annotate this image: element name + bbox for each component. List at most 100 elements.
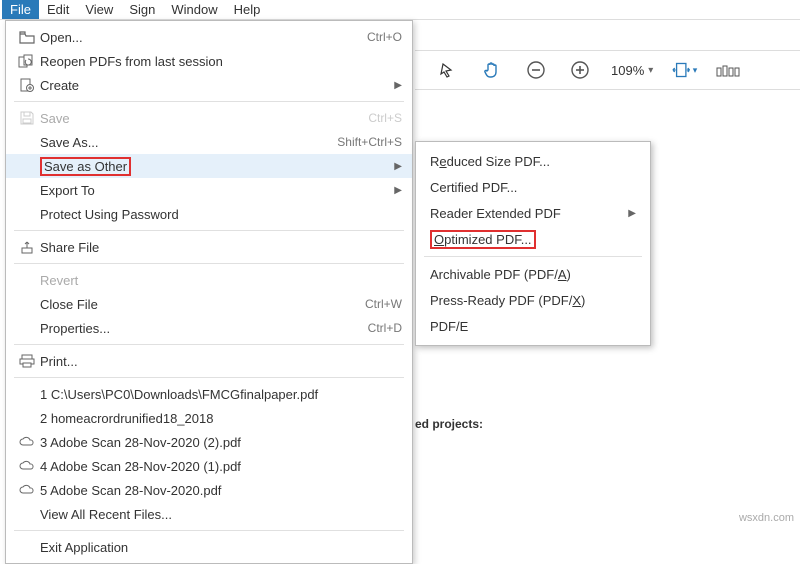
cloud-icon	[14, 484, 40, 496]
zoom-out-icon[interactable]	[523, 57, 549, 83]
menu-open[interactable]: Open... Ctrl+O	[6, 25, 412, 49]
menu-label: Close File	[40, 297, 365, 312]
menu-save-as[interactable]: Save As... Shift+Ctrl+S	[6, 130, 412, 154]
menu-shortcut: Ctrl+O	[367, 30, 402, 44]
chevron-down-icon: ▾	[648, 65, 653, 76]
folder-open-icon	[14, 30, 40, 44]
menu-protect[interactable]: Protect Using Password	[6, 202, 412, 226]
zoom-in-icon[interactable]	[567, 57, 593, 83]
submenu-pdfe[interactable]: PDF/E	[416, 313, 650, 339]
toolbar: 109% ▾ ▾	[415, 50, 800, 90]
cloud-icon	[14, 460, 40, 472]
menu-create[interactable]: Create ▶	[6, 73, 412, 97]
fit-width-icon[interactable]: ▾	[671, 57, 697, 83]
submenu-label: Archivable PDF (PDF/A)	[430, 267, 571, 282]
menu-label: Create	[40, 78, 386, 93]
save-as-other-submenu: Reduced Size PDF... Certified PDF... Rea…	[415, 141, 651, 346]
menu-save-as-other[interactable]: Save as Other ▶	[6, 154, 412, 178]
menubar-edit[interactable]: Edit	[39, 0, 77, 19]
menu-exit[interactable]: Exit Application	[6, 535, 412, 559]
menu-recent-1[interactable]: 1 C:\Users\PC0\Downloads\FMCGfinalpaper.…	[6, 382, 412, 406]
submenu-label: Certified PDF...	[430, 180, 517, 195]
create-icon	[14, 78, 40, 92]
menubar: File Edit View Sign Window Help	[0, 0, 800, 20]
menu-shortcut: Ctrl+D	[368, 321, 402, 335]
menu-label: Export To	[40, 183, 386, 198]
menu-shortcut: Ctrl+W	[365, 297, 402, 311]
menu-label: 5 Adobe Scan 28-Nov-2020.pdf	[40, 483, 402, 498]
submenu-label: Reader Extended PDF	[430, 206, 628, 221]
chevron-right-icon: ▶	[394, 161, 402, 172]
chevron-right-icon: ▶	[628, 208, 636, 219]
arrow-icon[interactable]	[435, 57, 461, 83]
menu-properties[interactable]: Properties... Ctrl+D	[6, 316, 412, 340]
menu-save: Save Ctrl+S	[6, 106, 412, 130]
menubar-sign[interactable]: Sign	[121, 0, 163, 19]
submenu-label: Reduced Size PDF...	[430, 154, 550, 169]
separator	[14, 101, 404, 102]
submenu-archivable[interactable]: Archivable PDF (PDF/A)	[416, 261, 650, 287]
separator	[14, 377, 404, 378]
separator	[14, 230, 404, 231]
separator	[14, 263, 404, 264]
menu-label: Share File	[40, 240, 402, 255]
menu-label: 4 Adobe Scan 28-Nov-2020 (1).pdf	[40, 459, 402, 474]
menu-shortcut: Ctrl+S	[368, 111, 402, 125]
menubar-window[interactable]: Window	[163, 0, 225, 19]
menu-view-all-recent[interactable]: View All Recent Files...	[6, 502, 412, 526]
menubar-file[interactable]: File	[2, 0, 39, 19]
menu-reopen[interactable]: Reopen PDFs from last session	[6, 49, 412, 73]
separator	[424, 256, 642, 257]
file-menu: Open... Ctrl+O Reopen PDFs from last ses…	[5, 20, 413, 564]
menu-label: Reopen PDFs from last session	[40, 54, 402, 69]
print-icon	[14, 354, 40, 368]
submenu-label: PDF/E	[430, 319, 468, 334]
menu-export-to[interactable]: Export To ▶	[6, 178, 412, 202]
submenu-optimized[interactable]: Optimized PDF...	[416, 226, 650, 252]
background-text: ed projects:	[415, 417, 483, 431]
menu-share-file[interactable]: Share File	[6, 235, 412, 259]
submenu-label: Press-Ready PDF (PDF/X)	[430, 293, 585, 308]
menu-revert: Revert	[6, 268, 412, 292]
separator	[14, 530, 404, 531]
menu-close-file[interactable]: Close File Ctrl+W	[6, 292, 412, 316]
menu-label: Save as Other	[40, 157, 386, 176]
submenu-reduced-size[interactable]: Reduced Size PDF...	[416, 148, 650, 174]
page-display-icon[interactable]	[715, 57, 741, 83]
submenu-press-ready[interactable]: Press-Ready PDF (PDF/X)	[416, 287, 650, 313]
menu-label: 1 C:\Users\PC0\Downloads\FMCGfinalpaper.…	[40, 387, 402, 402]
chevron-right-icon: ▶	[394, 80, 402, 91]
menu-label: 2 homeacrordrunified18_2018	[40, 411, 402, 426]
reopen-icon	[14, 54, 40, 68]
hand-icon[interactable]	[479, 57, 505, 83]
menu-recent-4[interactable]: 4 Adobe Scan 28-Nov-2020 (1).pdf	[6, 454, 412, 478]
menubar-help[interactable]: Help	[226, 0, 269, 19]
menu-label: View All Recent Files...	[40, 507, 402, 522]
zoom-level[interactable]: 109% ▾	[611, 63, 653, 78]
menu-recent-2[interactable]: 2 homeacrordrunified18_2018	[6, 406, 412, 430]
separator	[14, 344, 404, 345]
menu-label: 3 Adobe Scan 28-Nov-2020 (2).pdf	[40, 435, 402, 450]
menubar-view[interactable]: View	[77, 0, 121, 19]
zoom-value: 109%	[611, 63, 644, 78]
cloud-icon	[14, 436, 40, 448]
menu-recent-5[interactable]: 5 Adobe Scan 28-Nov-2020.pdf	[6, 478, 412, 502]
save-icon	[14, 111, 40, 125]
menu-label: Open...	[40, 30, 367, 45]
menu-label: Properties...	[40, 321, 368, 336]
menu-recent-3[interactable]: 3 Adobe Scan 28-Nov-2020 (2).pdf	[6, 430, 412, 454]
highlight-box: Optimized PDF...	[430, 230, 536, 249]
menu-shortcut: Shift+Ctrl+S	[337, 135, 402, 149]
chevron-right-icon: ▶	[394, 185, 402, 196]
submenu-certified[interactable]: Certified PDF...	[416, 174, 650, 200]
highlight-box: Save as Other	[40, 157, 131, 176]
menu-label: Save	[40, 111, 368, 126]
menu-label: Save As...	[40, 135, 337, 150]
share-icon	[14, 240, 40, 254]
menu-label: Protect Using Password	[40, 207, 402, 222]
menu-label: Revert	[40, 273, 402, 288]
menu-print[interactable]: Print...	[6, 349, 412, 373]
submenu-reader-extended[interactable]: Reader Extended PDF ▶	[416, 200, 650, 226]
menu-label: Print...	[40, 354, 402, 369]
menu-label: Exit Application	[40, 540, 402, 555]
